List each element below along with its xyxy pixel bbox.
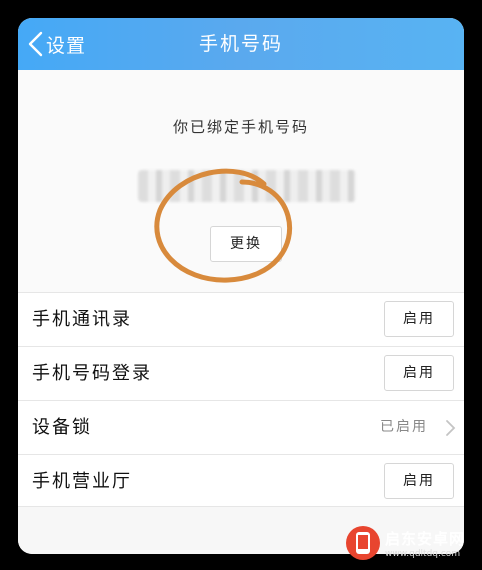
watermark-name: 启东安卓网: [385, 529, 466, 548]
watermark-url: www.qdltdq.com: [385, 548, 461, 559]
row-label: 设备锁: [32, 417, 92, 438]
settings-list: 手机通讯录 启用 手机号码登录 启用 设备锁 已启用 手机营业厅 启用: [18, 292, 464, 508]
annotation-circle: [154, 168, 292, 283]
row-label: 手机号码登录: [32, 363, 152, 384]
bound-phone-label: 你已绑定手机号码: [172, 118, 309, 136]
row-label: 手机通讯录: [32, 309, 132, 330]
enable-contacts-button[interactable]: 启用: [384, 301, 454, 337]
device-lock-status: 已启用: [380, 419, 428, 435]
chevron-right-icon: [446, 420, 456, 436]
row-label: 手机营业厅: [32, 471, 132, 492]
watermark: 启东安卓网 www.qdltdq.com: [345, 520, 477, 566]
row-phone-login: 手机号码登录 启用: [18, 346, 464, 400]
enable-mobile-hall-button[interactable]: 启用: [384, 463, 454, 499]
row-mobile-hall: 手机营业厅 启用: [18, 454, 464, 508]
page-title: 手机号码: [198, 33, 283, 55]
enable-phone-login-button[interactable]: 启用: [384, 355, 454, 391]
phone-logo-icon: [346, 526, 380, 560]
navigation-bar: 设置 手机号码: [18, 18, 464, 70]
row-contacts: 手机通讯录 启用: [18, 292, 464, 346]
row-device-lock[interactable]: 设备锁 已启用: [18, 400, 464, 454]
